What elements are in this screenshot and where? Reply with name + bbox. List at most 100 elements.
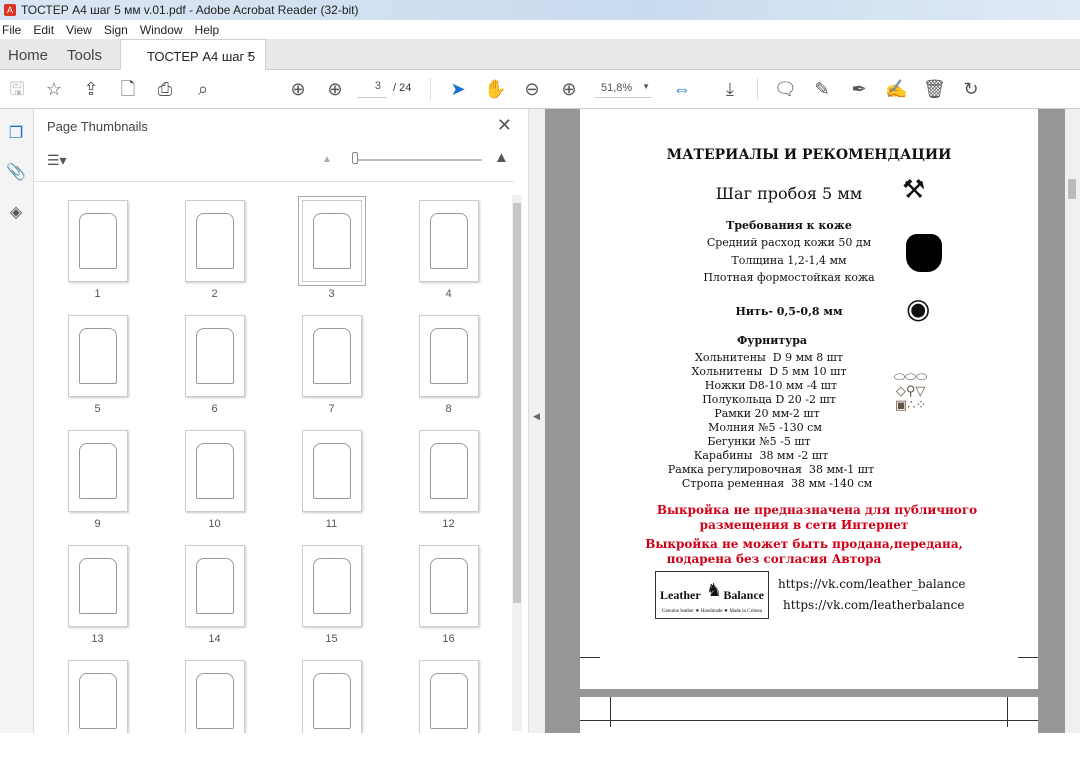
page-thumbnail[interactable]: 14 xyxy=(156,545,273,645)
select-cursor-icon[interactable]: ➤ xyxy=(447,78,469,100)
menu-edit[interactable]: Edit xyxy=(33,23,54,37)
menu-bar: File Edit View Sign Window Help xyxy=(0,20,1080,39)
page-thumbnail[interactable]: 13 xyxy=(39,545,156,645)
hardware-item: Хольнитены D 9 мм 8 шт xyxy=(695,351,843,364)
page-number-input[interactable]: 3 xyxy=(357,80,387,98)
menu-view[interactable]: View xyxy=(66,23,92,37)
logo-text: Balance xyxy=(723,588,764,602)
thumbnail-grid: 1234567891011121314151617181920 xyxy=(34,181,514,733)
griffin-icon: ♞ xyxy=(706,580,723,600)
page-thumbnail[interactable]: 7 xyxy=(273,315,390,415)
panel-scrollbar[interactable] xyxy=(512,195,522,731)
thumbnail-label: 2 xyxy=(211,288,218,300)
toolbar: 🖫 ☆ ⇪ 🗋 ⎙ ⌕ ⊕ ⊕ 3 / 24 ➤ ✋ ⊖ ⊕ 51,8% ▼ ⇔ … xyxy=(0,70,1080,109)
pdf-page-next xyxy=(580,697,1038,757)
thumbnail-label: 12 xyxy=(442,518,455,530)
page-thumbnail[interactable]: 20 xyxy=(390,660,507,733)
thumbnail-size-slider[interactable] xyxy=(352,159,482,161)
find-icon[interactable]: ⌕ xyxy=(192,78,214,100)
highlight-icon[interactable]: ✎ xyxy=(811,78,833,100)
page-thumbnail[interactable]: 10 xyxy=(156,430,273,530)
zoom-out-icon[interactable]: ⊖ xyxy=(521,78,543,100)
next-page-icon[interactable]: ⊕ xyxy=(324,78,346,100)
hand-tool-icon[interactable]: ✋ xyxy=(484,78,506,100)
page-thumbnails-icon[interactable]: ❐ xyxy=(5,123,27,145)
zoom-value: 51,8% xyxy=(601,82,633,94)
thumbnail-image xyxy=(418,660,479,733)
menu-sign[interactable]: Sign xyxy=(104,23,128,37)
tab-document[interactable]: ТОСТЕР А4 шаг 5 ...× xyxy=(120,39,266,79)
sign-icon[interactable]: ✒ xyxy=(848,78,870,100)
save-icon[interactable]: 🖫 xyxy=(6,78,28,100)
leather-item: Плотная формостойкая кожа xyxy=(703,271,875,284)
page-thumbnail[interactable]: 15 xyxy=(273,545,390,645)
page-thumbnail[interactable]: 5 xyxy=(39,315,156,415)
page-thumbnail[interactable]: 6 xyxy=(156,315,273,415)
zoom-select[interactable]: 51,8% ▼ xyxy=(594,80,652,98)
thumbnail-image xyxy=(301,315,362,397)
fit-page-icon[interactable]: ⇔ xyxy=(671,78,693,100)
rotate-icon[interactable]: ↻ xyxy=(960,78,982,100)
page-thumbnail[interactable]: 11 xyxy=(273,430,390,530)
page-thumbnail[interactable]: 19 xyxy=(273,660,390,733)
document-scrollbar[interactable] xyxy=(1065,109,1080,733)
page-thumbnail[interactable]: 9 xyxy=(39,430,156,530)
close-panel-icon[interactable]: ✕ xyxy=(497,115,512,136)
page-total: / 24 xyxy=(393,82,412,94)
options-menu-icon[interactable]: ☰▾ xyxy=(47,152,67,169)
page-thumbnail[interactable]: 2 xyxy=(156,200,273,300)
menu-help[interactable]: Help xyxy=(195,23,220,37)
page-thumbnail[interactable]: 1 xyxy=(39,200,156,300)
crop-mark xyxy=(1007,697,1008,727)
menu-file[interactable]: File xyxy=(2,23,21,37)
thread-spool-icon: ◉ xyxy=(906,292,931,325)
tab-home[interactable]: Home xyxy=(8,47,48,64)
page-thumbnail[interactable]: 12 xyxy=(390,430,507,530)
edit-pdf-icon[interactable]: ✍ xyxy=(885,78,907,100)
slider-handle[interactable] xyxy=(352,152,358,164)
thumbnail-image xyxy=(67,660,128,733)
page-thumbnail[interactable]: 3 xyxy=(273,197,390,300)
title-bar: A ТОСТЕР А4 шаг 5 мм v.01.pdf - Adobe Acr… xyxy=(0,0,1080,20)
vk-link[interactable]: https://vk.com/leather_balance xyxy=(778,577,965,591)
cloud-upload-icon[interactable]: ⇪ xyxy=(80,78,102,100)
page-thumbnail[interactable]: 4 xyxy=(390,200,507,300)
thumbnail-label: 8 xyxy=(445,403,452,415)
hardware-item: Хольнитены D 5 мм 10 шт xyxy=(691,365,847,378)
tab-bar: Home Tools ТОСТЕР А4 шаг 5 ...× xyxy=(0,39,1080,79)
small-thumbnails-icon[interactable]: ▲ xyxy=(322,154,332,165)
crop-mark xyxy=(580,657,600,658)
scroll-thumb[interactable] xyxy=(1068,179,1076,199)
layers-icon[interactable]: ◈ xyxy=(5,202,27,224)
comment-icon[interactable]: 🗨 xyxy=(774,78,797,100)
leather-item: Средний расход кожи 50 дм xyxy=(706,236,872,249)
large-thumbnails-icon[interactable]: ▲ xyxy=(494,149,509,166)
leather-hide-icon xyxy=(906,234,942,272)
thumbnail-image xyxy=(301,430,362,512)
vk-link[interactable]: https://vk.com/leatherbalance xyxy=(783,598,964,612)
scroll-mode-icon[interactable]: ⤓ xyxy=(719,78,741,100)
menu-window[interactable]: Window xyxy=(140,23,183,37)
print-icon[interactable]: ⎙ xyxy=(154,78,176,100)
thumbnail-image xyxy=(67,545,128,627)
document-view: МАТЕРИАЛЫ И РЕКОМЕНДАЦИИ Шаг пробоя 5 мм… xyxy=(545,109,1065,757)
page-thumbnail[interactable]: 18 xyxy=(156,660,273,733)
attachments-icon[interactable]: 📎 xyxy=(5,162,27,184)
scroll-thumb[interactable] xyxy=(513,203,521,603)
protect-file-icon[interactable]: 🗋 xyxy=(117,78,139,100)
close-tab-icon[interactable]: × xyxy=(247,49,253,61)
tab-tools[interactable]: Tools xyxy=(67,47,102,64)
thumbnail-image xyxy=(184,315,245,397)
zoom-in-icon[interactable]: ⊕ xyxy=(558,78,580,100)
thumbnail-label: 15 xyxy=(325,633,338,645)
thumbnail-label: 9 xyxy=(94,518,101,530)
hardware-item: Стропа ременная 38 мм -140 см xyxy=(681,477,873,490)
previous-page-icon[interactable]: ⊕ xyxy=(287,78,309,100)
logo-text: Leather xyxy=(660,588,701,602)
delete-icon[interactable]: 🗑 xyxy=(923,78,946,100)
page-thumbnail[interactable]: 8 xyxy=(390,315,507,415)
bookmark-star-icon[interactable]: ☆ xyxy=(43,78,65,100)
thumbnail-image xyxy=(418,315,479,397)
page-thumbnail[interactable]: 17 xyxy=(39,660,156,733)
page-thumbnail[interactable]: 16 xyxy=(390,545,507,645)
